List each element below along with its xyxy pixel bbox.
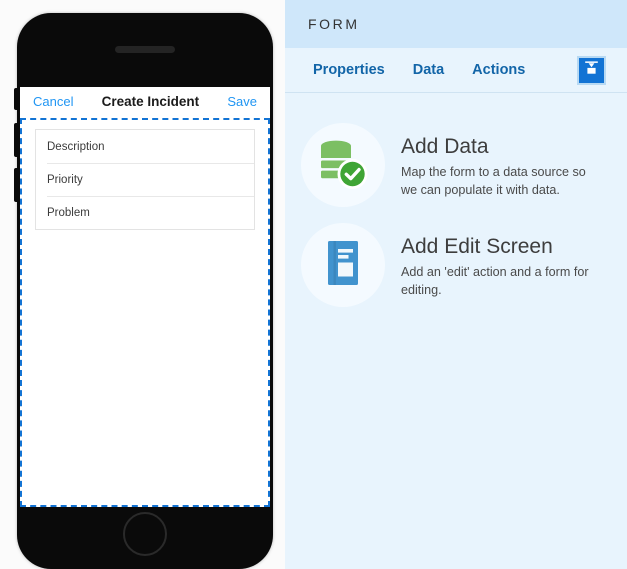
phone-home-button[interactable] (123, 512, 167, 556)
phone-canvas: Cancel Create Incident Save Description … (0, 0, 285, 569)
form-wizard-icon (582, 58, 601, 82)
panel-title: FORM (308, 16, 360, 32)
card-add-edit-screen[interactable]: Add Edit Screen Add an 'edit' action and… (285, 215, 627, 315)
form-selection-region[interactable]: Description Priority Problem (20, 118, 270, 507)
screen-title: Create Incident (101, 93, 200, 109)
card-add-data[interactable]: Add Data Map the form to a data source s… (285, 115, 627, 215)
form-field-label: Problem (47, 206, 90, 219)
mobile-nav-bar: Cancel Create Incident Save (20, 87, 270, 115)
suggestion-card-list: Add Data Map the form to a data source s… (285, 93, 627, 315)
form-field-list: Description Priority Problem (35, 129, 255, 230)
tab-actions[interactable]: Actions (458, 62, 539, 78)
phone-side-button-volume-up (14, 123, 17, 157)
edit-screen-icon (313, 233, 373, 298)
form-field-label: Description (47, 140, 105, 153)
panel-header: FORM (285, 0, 627, 48)
phone-speaker-grille (115, 46, 175, 53)
phone-side-button-silent (14, 88, 17, 110)
cancel-button[interactable]: Cancel (33, 95, 73, 108)
card-icon-background (301, 223, 385, 307)
card-text-block: Add Data Map the form to a data source s… (385, 123, 601, 199)
tab-properties[interactable]: Properties (299, 62, 399, 78)
form-wizard-button[interactable] (577, 55, 606, 85)
card-title: Add Edit Screen (401, 235, 553, 258)
form-field-row[interactable]: Description (36, 130, 254, 163)
card-description: Map the form to a data source so we can … (401, 165, 586, 197)
form-properties-panel: FORM Properties Data Actions Add Data Ma… (285, 0, 627, 569)
form-field-label: Priority (47, 173, 83, 186)
phone-mockup: Cancel Create Incident Save Description … (14, 13, 273, 569)
save-button[interactable]: Save (227, 95, 257, 108)
card-title: Add Data (401, 135, 489, 158)
tab-data[interactable]: Data (399, 62, 458, 78)
form-field-row[interactable]: Priority (36, 163, 254, 196)
database-check-icon (313, 133, 373, 198)
panel-tab-bar: Properties Data Actions (285, 48, 627, 93)
app-root: Cancel Create Incident Save Description … (0, 0, 627, 569)
card-icon-background (301, 123, 385, 207)
phone-side-button-volume-down (14, 168, 17, 202)
card-text-block: Add Edit Screen Add an 'edit' action and… (385, 223, 601, 299)
form-field-row[interactable]: Problem (36, 196, 254, 229)
phone-screen: Cancel Create Incident Save Description … (20, 87, 270, 507)
card-description: Add an 'edit' action and a form for edit… (401, 265, 589, 297)
